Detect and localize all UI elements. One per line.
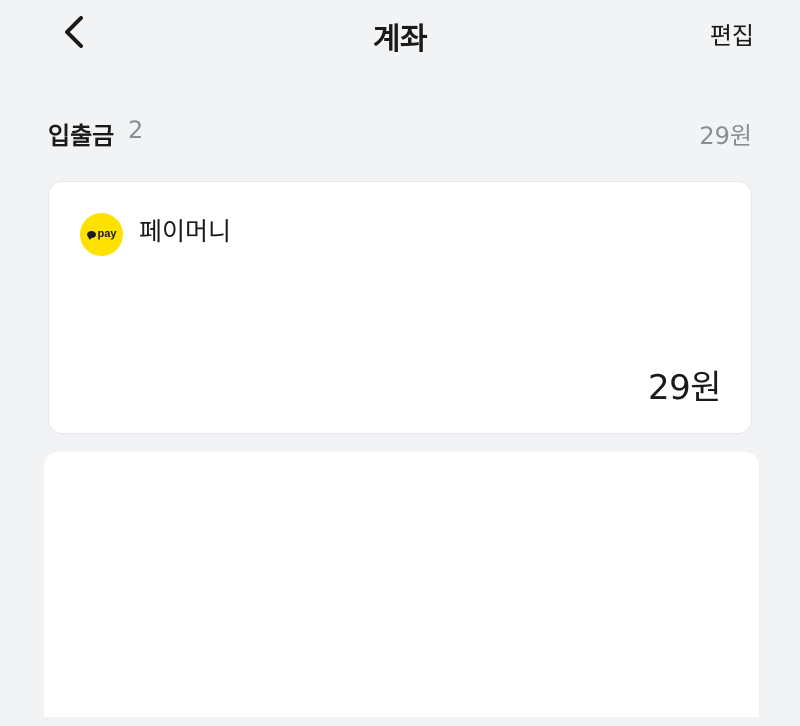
top-bar: 계좌 편집 bbox=[0, 0, 800, 64]
speech-bubble-icon bbox=[86, 231, 96, 240]
account-balance: 29원 bbox=[647, 368, 722, 408]
section-header: 입출금 2 29원 bbox=[48, 116, 752, 150]
accounts-screen: 계좌 편집 입출금 2 29원 pay 페이머니 29원 bbox=[0, 0, 800, 726]
kakaopay-logo-icon: pay bbox=[80, 213, 123, 256]
section-count: 2 bbox=[128, 116, 144, 144]
edit-button[interactable]: 편집 bbox=[710, 16, 754, 51]
account-card[interactable]: pay 페이머니 29원 bbox=[48, 181, 752, 434]
section-title: 입출금 bbox=[48, 122, 115, 150]
page-title: 계좌 bbox=[372, 22, 428, 57]
logo-text: pay bbox=[97, 228, 117, 240]
account-name: 페이머니 bbox=[139, 217, 232, 246]
section-total: 29원 bbox=[699, 122, 752, 150]
account-card-partial[interactable] bbox=[44, 452, 759, 717]
